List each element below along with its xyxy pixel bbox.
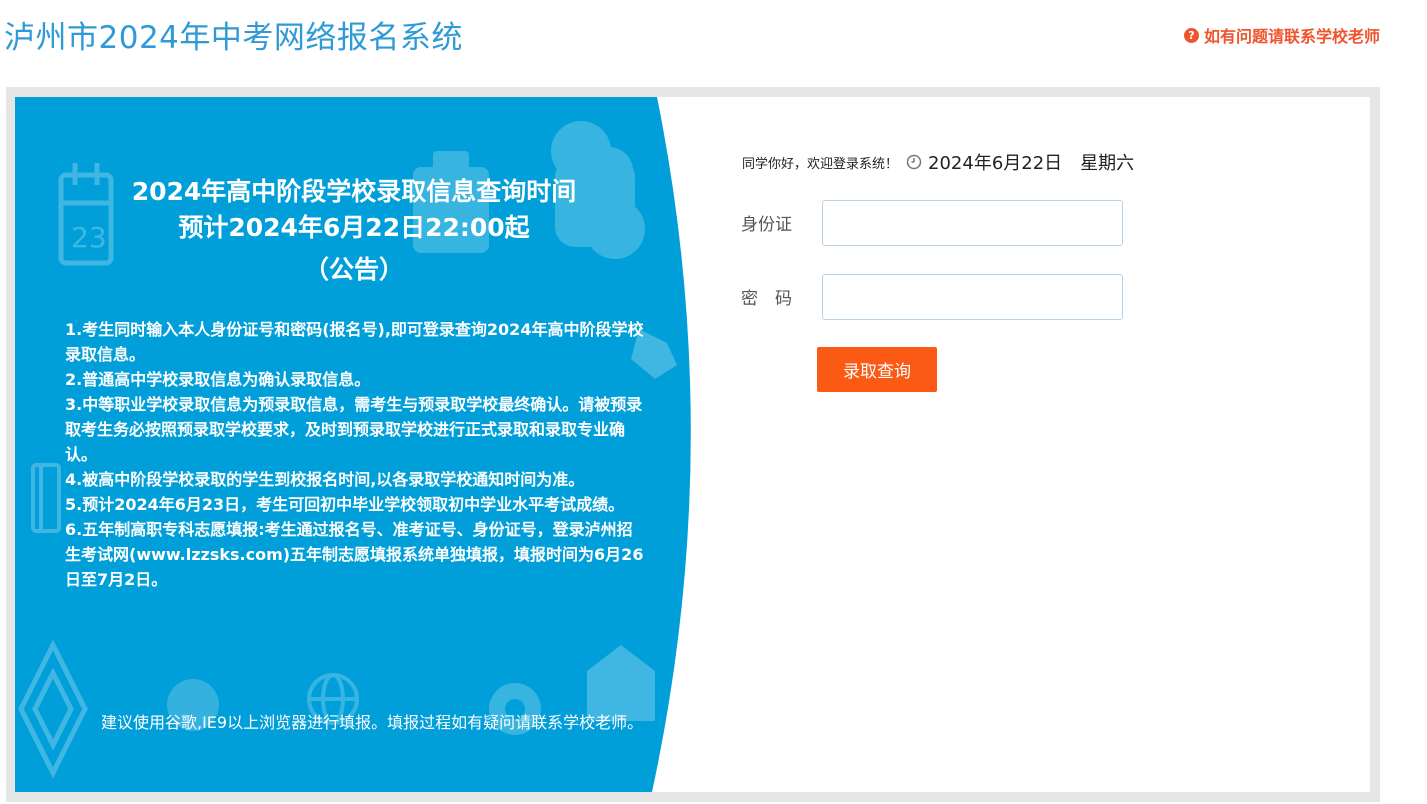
site-title: 泸州市2024年中考网络报名系统	[4, 20, 463, 56]
notice-item-3: 3.中等职业学校录取信息为预录取信息，需考生与预录取学校最终确认。请被预录取考生…	[65, 395, 643, 464]
clock-icon	[906, 154, 922, 170]
id-card-label: 身份证	[741, 215, 792, 235]
banner-title-line-2: 预计2024年6月22日22:00起	[178, 213, 530, 242]
content-card: 23 2024年高中阶段学校录取信息查询时间 预计2024年6月22日22:00…	[15, 97, 1370, 792]
main-frame: 23 2024年高中阶段学校录取信息查询时间 预计2024年6月22日22:00…	[6, 87, 1380, 802]
notice-list: 1.考生同时输入本人身份证号和密码(报名号),即可登录查询2024年高中阶段学校…	[65, 317, 647, 592]
password-input[interactable]	[822, 274, 1123, 320]
notice-item-5: 5.预计2024年6月23日，考生可回初中毕业学校领取初中学业水平考试成绩。	[65, 495, 625, 514]
notice-item-1: 1.考生同时输入本人身份证号和密码(报名号),即可登录查询2024年高中阶段学校…	[65, 320, 644, 364]
welcome-text: 同学你好，欢迎登录系统！	[742, 156, 899, 172]
browser-tip: 建议使用谷歌,IE9以上浏览器进行填报。填报过程如有疑问请联系学校老师。	[101, 713, 644, 732]
id-card-input[interactable]	[822, 200, 1123, 246]
current-weekday: 星期六	[1080, 153, 1135, 174]
question-circle-icon: ?	[1183, 27, 1199, 43]
welcome-row: 同学你好，欢迎登录系统！ 2024年6月22日 星期六	[742, 149, 1134, 175]
notice-item-2: 2.普通高中学校录取信息为确认录取信息。	[65, 370, 371, 389]
admission-query-button[interactable]: 录取查询	[817, 347, 937, 392]
banner-title-line-3: （公告）	[303, 255, 404, 284]
help-contact-text: 如有问题请联系学校老师	[1203, 27, 1380, 46]
notice-item-6: 6.五年制高职专科志愿填报:考生通过报名号、准考证号、身份证号，登录泸州招生考试…	[65, 520, 644, 589]
help-contact-link[interactable]: ? 如有问题请联系学校老师	[1183, 23, 1380, 47]
password-label: 密 码	[741, 289, 792, 309]
banner-title-line-1: 2024年高中阶段学校录取信息查询时间	[131, 177, 577, 206]
notice-banner: 23 2024年高中阶段学校录取信息查询时间 预计2024年6月22日22:00…	[15, 97, 705, 792]
current-date: 2024年6月22日	[928, 153, 1063, 174]
notice-item-4: 4.被高中阶段学校录取的学生到校报名时间,以各录取学校通知时间为准。	[65, 470, 585, 489]
